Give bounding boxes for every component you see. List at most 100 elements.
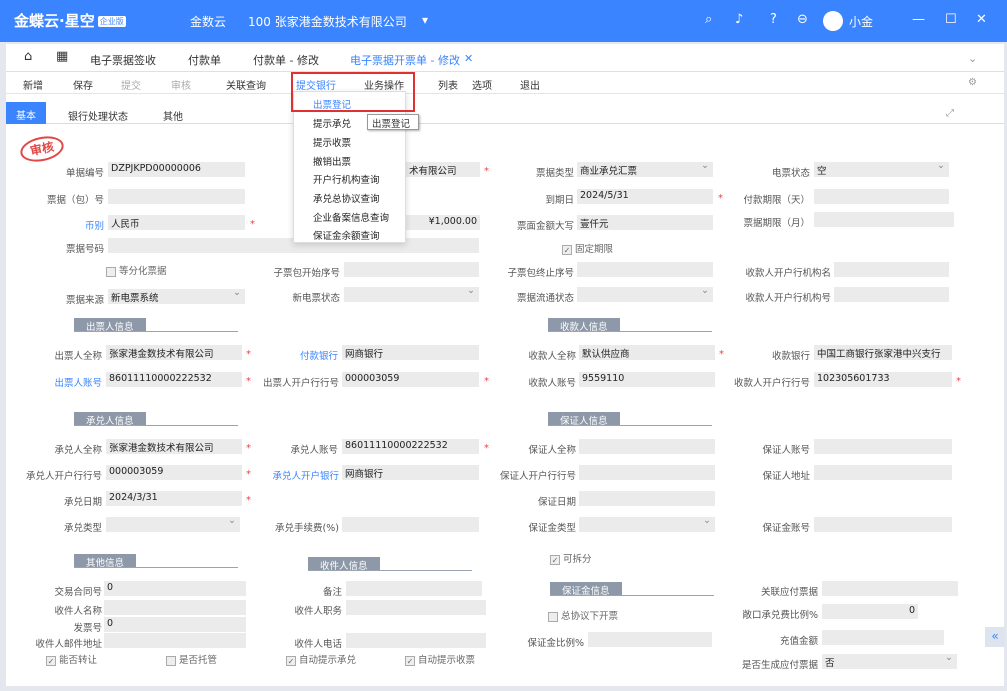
menu-item-prompt-receive[interactable]: 提示收票: [313, 135, 351, 149]
list-button[interactable]: 列表: [438, 77, 458, 92]
related-query-button[interactable]: 关联查询: [226, 77, 266, 92]
fixed-term-checkbox[interactable]: ✓ 固定期限: [562, 241, 613, 255]
chevron-down-icon[interactable]: ▾: [422, 13, 428, 27]
recv-bank-field[interactable]: 中国工商银行张家港中兴支行: [814, 345, 952, 360]
avatar[interactable]: [823, 11, 843, 31]
acc-date-field[interactable]: 2024/3/31: [106, 491, 242, 506]
payee-acct-field[interactable]: 9559110: [579, 372, 715, 387]
minimize-icon[interactable]: —: [912, 12, 925, 27]
term-field[interactable]: [814, 212, 954, 227]
flow-status-select[interactable]: [577, 287, 713, 302]
contract-field[interactable]: 0: [104, 581, 246, 596]
splittable-checkbox[interactable]: ✓ 可拆分: [550, 551, 592, 565]
search-icon[interactable]: ⌕: [705, 12, 712, 27]
total-agreement-checkbox[interactable]: 总协议下开票: [548, 608, 618, 622]
recv-job-field[interactable]: [346, 600, 486, 615]
gen-payable-select[interactable]: 否: [822, 654, 957, 669]
save-button[interactable]: 保存: [73, 77, 93, 92]
currency-field[interactable]: 人民币: [108, 215, 245, 230]
guar-addr-field[interactable]: [814, 465, 952, 480]
tab-e-bill-receive[interactable]: 电子票据签收: [90, 52, 156, 68]
submit-button[interactable]: 提交: [121, 77, 141, 92]
menu-item-revoke-issue[interactable]: 撤销出票: [313, 154, 351, 168]
acc-bank-field[interactable]: 网商银行: [342, 465, 479, 480]
related-payable-field[interactable]: [822, 581, 958, 596]
guar-bank-no-field[interactable]: [579, 465, 715, 480]
margin-acct-field[interactable]: [814, 517, 952, 532]
drawer-bank-no-field[interactable]: 000003059: [342, 372, 479, 387]
close-icon[interactable]: ✕: [976, 12, 987, 27]
double-chevron-down-icon[interactable]: ⌄: [968, 52, 977, 65]
payee-org-field[interactable]: [834, 262, 949, 277]
minus-circle-icon[interactable]: ⊖: [797, 12, 808, 27]
sub-start-field[interactable]: [344, 262, 479, 277]
maximize-icon[interactable]: ☐: [945, 12, 957, 27]
guar-name-field[interactable]: [579, 439, 715, 454]
app-logo[interactable]: 金蝶云·星空 企业版: [14, 10, 126, 31]
help-icon[interactable]: ?: [770, 12, 777, 27]
guar-acct-field[interactable]: [814, 439, 952, 454]
custody-checkbox[interactable]: 是否托管: [166, 652, 217, 666]
menu-item-bank-query[interactable]: 开户行机构查询: [313, 172, 380, 186]
amount-field[interactable]: ¥1,000.00: [406, 215, 480, 230]
acc-bank-no-field[interactable]: 000003059: [106, 465, 242, 480]
recv-mail-field[interactable]: [104, 633, 246, 648]
add-button[interactable]: 新增: [23, 77, 43, 92]
collapse-panel-icon[interactable]: «: [985, 627, 1005, 647]
options-button[interactable]: 选项: [472, 77, 492, 92]
username[interactable]: 小金: [849, 13, 873, 30]
tab-payment[interactable]: 付款单: [188, 52, 221, 68]
due-field[interactable]: 2024/5/31: [577, 189, 713, 204]
acc-type-select[interactable]: [106, 517, 240, 532]
recv-tel-field[interactable]: [346, 633, 486, 648]
acc-name-field[interactable]: 张家港金数技术有限公司: [106, 439, 242, 454]
menu-item-filing-query[interactable]: 企业备案信息查询: [313, 210, 389, 224]
margin-ratio-field[interactable]: [588, 632, 712, 647]
exit-button[interactable]: 退出: [520, 77, 540, 92]
bell-icon[interactable]: ♪: [735, 12, 743, 27]
guar-date-field[interactable]: [579, 491, 715, 506]
acc-acct-field[interactable]: 86011110000222532: [342, 439, 479, 454]
menu-item-agreement-query[interactable]: 承兑总协议查询: [313, 191, 380, 205]
auto-receive-checkbox[interactable]: ✓ 自动提示收票: [405, 652, 475, 666]
pay-bank-field[interactable]: 网商银行: [342, 345, 479, 360]
drawer-name-field[interactable]: 张家港金数技术有限公司: [106, 345, 242, 360]
remark-field[interactable]: [346, 581, 482, 596]
recv-name-field[interactable]: [104, 600, 246, 615]
drawer-acct-field[interactable]: 86011110000222532: [106, 372, 242, 387]
source-select[interactable]: 新电票系统: [108, 289, 245, 304]
sub-end-field[interactable]: [577, 262, 713, 277]
tab-basic[interactable]: 基本: [6, 102, 46, 124]
menu-item-prompt-accept[interactable]: 提示承兑: [313, 116, 351, 130]
close-tab-icon[interactable]: ✕: [464, 52, 473, 65]
bill-no-field[interactable]: DZPJKPD00000006: [108, 162, 245, 177]
pay-bank-label[interactable]: 付款银行: [260, 348, 338, 362]
split-checkbox[interactable]: 等分化票据: [106, 263, 167, 277]
tab-payment-edit[interactable]: 付款单 - 修改: [253, 52, 319, 68]
menu-item-margin-query[interactable]: 保证金余额查询: [313, 228, 380, 242]
drawer-acct-label[interactable]: 出票人账号: [30, 375, 102, 389]
product-name[interactable]: 金数云: [190, 13, 226, 30]
company-selector[interactable]: 100 张家港金数技术有限公司: [248, 13, 407, 30]
acc-fee-field[interactable]: [342, 517, 479, 532]
grid-icon[interactable]: ▦: [56, 49, 68, 64]
home-icon[interactable]: ⌂: [24, 49, 32, 64]
acc-bank-label[interactable]: 承兑人开户银行: [255, 468, 339, 482]
deposit-field[interactable]: [822, 630, 944, 645]
margin-type-select[interactable]: [579, 517, 715, 532]
ratio-field[interactable]: 0: [822, 604, 918, 619]
gear-icon[interactable]: ⚙: [968, 77, 977, 88]
invoice-field[interactable]: 0: [104, 617, 246, 632]
payee-bank-no-field[interactable]: 102305601733: [814, 372, 952, 387]
org-field[interactable]: 术有限公司: [406, 162, 480, 177]
tab-e-bill-issue-edit[interactable]: 电子票据开票单 - 修改: [350, 52, 460, 68]
bill-type-select[interactable]: 商业承兑汇票: [577, 162, 713, 177]
transferable-checkbox[interactable]: ✓ 能否转让: [46, 652, 97, 666]
pay-days-field[interactable]: [814, 189, 949, 204]
auto-accept-checkbox[interactable]: ✓ 自动提示承兑: [286, 652, 356, 666]
new-status-select[interactable]: [344, 287, 479, 302]
tab-other[interactable]: 其他: [163, 108, 183, 123]
pkg-no-field[interactable]: [108, 189, 245, 204]
amount-cn-field[interactable]: 壹仟元: [577, 215, 713, 230]
e-status-select[interactable]: 空: [814, 162, 949, 177]
